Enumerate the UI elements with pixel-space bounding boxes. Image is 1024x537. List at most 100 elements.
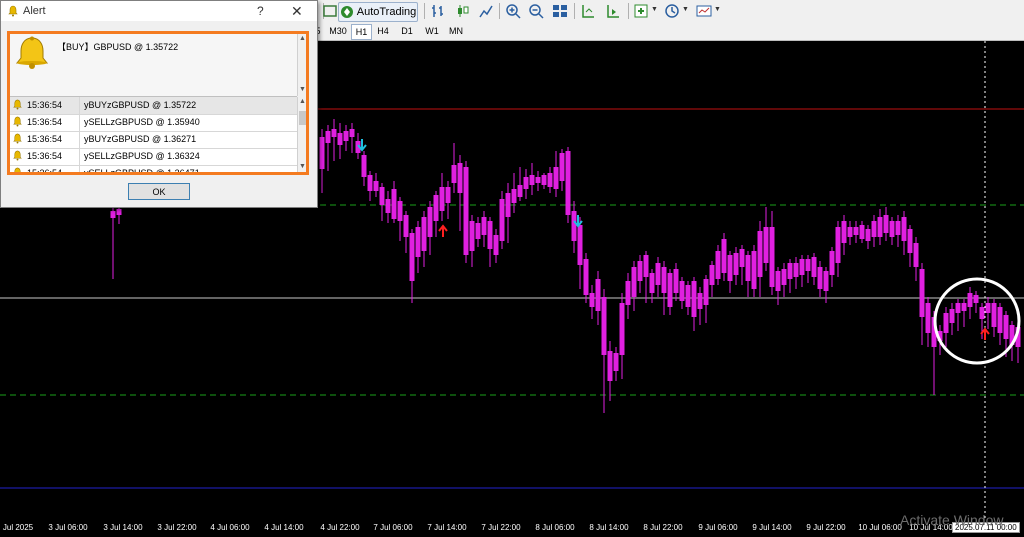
- autotrading-label: AutoTrading: [356, 6, 417, 18]
- candle-body: [727, 255, 733, 281]
- periods-icon[interactable]: [664, 3, 680, 19]
- time-tick-label: 3 Jul 22:00: [157, 523, 197, 532]
- tf-m30[interactable]: M30: [327, 24, 349, 38]
- candle-body: [463, 167, 469, 255]
- candle-body: [583, 259, 589, 295]
- candle-body: [715, 251, 721, 279]
- time-tick-label: 3 Jul 14:00: [103, 523, 143, 532]
- indicators-icon[interactable]: [634, 3, 650, 19]
- autotrading-button[interactable]: AutoTrading: [338, 2, 418, 22]
- time-tick-label: 4 Jul 22:00: [320, 523, 360, 532]
- alert-title-bell-icon: [8, 5, 18, 17]
- time-tick-label: 8 Jul 14:00: [589, 523, 629, 532]
- candle-body: [829, 251, 835, 275]
- candle-body: [649, 273, 655, 293]
- chart-shift-icon[interactable]: [580, 3, 596, 19]
- time-tick-label: 7 Jul 14:00: [427, 523, 467, 532]
- candle-body: [967, 293, 973, 307]
- time-axis: 2025.07.11 00:00 Jul 2025 3 Jul 06:00 3 Ju…: [0, 519, 1024, 537]
- tf-h4[interactable]: H4: [374, 24, 392, 38]
- candle-body: [373, 181, 379, 191]
- periods-dropdown-icon[interactable]: ▼: [682, 6, 689, 13]
- candle-body: [577, 225, 583, 265]
- candle-body: [331, 129, 337, 137]
- candle-body: [601, 297, 607, 355]
- candle-body: [667, 273, 673, 307]
- tf-d1[interactable]: D1: [398, 24, 416, 38]
- candle-body: [481, 217, 487, 235]
- bar-chart-icon[interactable]: [430, 3, 446, 19]
- candle-body: [385, 199, 391, 213]
- activate-windows-watermark: Activate Window: [900, 512, 1004, 528]
- time-tick-label: 9 Jul 22:00: [806, 523, 846, 532]
- candle-body: [691, 281, 697, 317]
- candle-body: [337, 133, 343, 145]
- candle-body: [445, 187, 451, 203]
- close-button[interactable]: ✕: [291, 3, 303, 20]
- candle-body: [919, 269, 925, 317]
- candle-body: [769, 227, 775, 287]
- candle-body: [361, 155, 367, 177]
- candle-body: [835, 227, 841, 263]
- time-tick-label: 8 Jul 22:00: [643, 523, 683, 532]
- tf-h1[interactable]: H1: [351, 24, 372, 40]
- tf-w1[interactable]: W1: [422, 24, 442, 38]
- candle-body: [757, 231, 763, 277]
- candle-body: [709, 265, 715, 285]
- candle-body: [565, 151, 571, 215]
- candle-body: [457, 163, 463, 193]
- candle-body: [553, 167, 559, 189]
- candle-body: [865, 229, 871, 241]
- candle-body: [637, 261, 643, 281]
- buy-arrow-1: [438, 224, 448, 237]
- candle-body: [721, 239, 727, 273]
- candle-body: [943, 313, 949, 333]
- zoom-in-icon[interactable]: [505, 3, 521, 19]
- candle-body: [643, 255, 649, 277]
- candle-body: [991, 303, 997, 327]
- candle-body: [679, 281, 685, 301]
- templates-dropdown-icon[interactable]: ▼: [714, 6, 721, 13]
- candle-body: [949, 309, 955, 323]
- candle-body: [547, 173, 553, 187]
- candle-body: [973, 295, 979, 303]
- candle-body: [811, 257, 817, 277]
- autoscroll-icon[interactable]: [605, 3, 621, 19]
- candle-body: [877, 217, 883, 237]
- candle-body: [997, 307, 1003, 333]
- candle-body: [505, 193, 511, 217]
- tf-mn[interactable]: MN: [446, 24, 466, 38]
- templates-icon[interactable]: [696, 3, 712, 19]
- tile-windows-icon[interactable]: [552, 3, 568, 19]
- candle-body: [421, 217, 427, 251]
- candle-body: [619, 303, 625, 355]
- time-tick-label: 7 Jul 06:00: [373, 523, 413, 532]
- candlestick-icon[interactable]: [455, 3, 471, 19]
- line-chart-icon[interactable]: [478, 3, 494, 19]
- candle-body: [110, 211, 116, 218]
- candle-body: [589, 293, 595, 307]
- candle-body: [799, 259, 805, 275]
- candle-body: [787, 263, 793, 279]
- candle-body: [625, 281, 631, 305]
- time-tick-label: 9 Jul 06:00: [698, 523, 738, 532]
- candle-body: [511, 189, 517, 203]
- candle-body: [367, 175, 373, 191]
- indicators-dropdown-icon[interactable]: ▼: [651, 6, 658, 13]
- candle-body: [1003, 315, 1009, 339]
- toolbar-left-icon[interactable]: [322, 3, 338, 19]
- candle-body: [697, 293, 703, 309]
- time-tick-label: Jul 2025: [2, 523, 34, 532]
- candle-body: [529, 175, 535, 185]
- candle-body: [685, 285, 691, 307]
- candle-body: [805, 259, 811, 271]
- time-tick-label: 9 Jul 14:00: [752, 523, 792, 532]
- help-button[interactable]: ?: [257, 4, 264, 18]
- ok-button[interactable]: OK: [128, 183, 190, 200]
- candle-body: [379, 187, 385, 205]
- time-tick-label: 10 Jul 06:00: [858, 523, 902, 532]
- candle-body: [793, 263, 799, 277]
- zoom-out-icon[interactable]: [528, 3, 544, 19]
- candle-body: [883, 215, 889, 233]
- candle-body: [823, 271, 829, 291]
